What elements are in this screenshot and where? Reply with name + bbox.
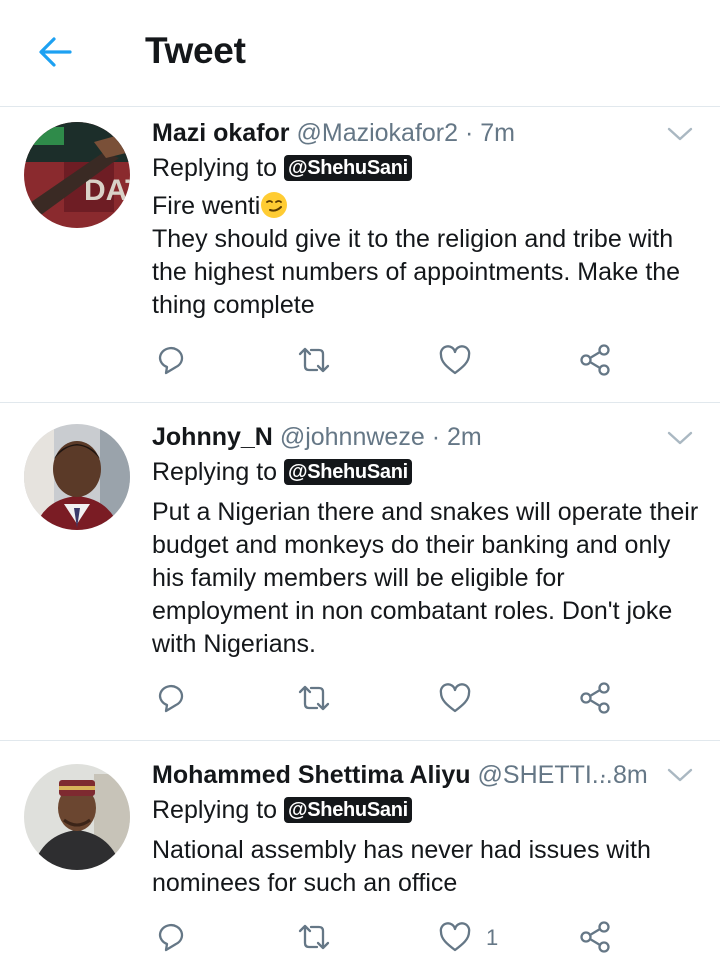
like-count: 1	[486, 925, 499, 950]
replying-to: Replying to @ShehuSani	[152, 457, 412, 487]
like-button[interactable]	[437, 680, 473, 716]
separator: ·	[599, 761, 608, 789]
chevron-down-icon	[667, 127, 693, 141]
display-name[interactable]: Mazi okafor	[152, 119, 290, 147]
user-handle[interactable]: @SHETTI...	[478, 761, 613, 789]
share-icon	[580, 344, 610, 376]
replying-to: Replying to @ShehuSani	[152, 153, 412, 183]
mention-link[interactable]: @ShehuSani	[284, 797, 412, 823]
chevron-down-icon	[667, 768, 693, 782]
reply-icon	[158, 684, 184, 713]
like-button[interactable]	[437, 342, 473, 378]
display-name[interactable]: Mohammed Shettima Aliyu	[152, 761, 471, 789]
retweet-button[interactable]	[296, 919, 332, 955]
back-button[interactable]	[36, 34, 76, 70]
separator: ·	[465, 119, 474, 147]
arrow-left-icon	[39, 37, 72, 67]
tweet-line: Fire wenti	[152, 192, 261, 220]
tweet-line: Put a Nigerian there and snakes will ope…	[152, 498, 699, 658]
user-handle[interactable]: @Maziokafor2	[296, 119, 458, 147]
top-bar: Tweet	[0, 0, 720, 107]
avatar[interactable]	[24, 764, 130, 870]
mention-link[interactable]: @ShehuSani	[284, 459, 412, 485]
retweet-button[interactable]	[296, 680, 332, 716]
retweet-icon	[298, 347, 330, 373]
share-button[interactable]	[578, 680, 614, 716]
replying-to-label: Replying to	[152, 796, 278, 824]
tweet-header: Mazi okafor @Maziokafor2 · 7m	[152, 118, 515, 148]
tweet-menu-button[interactable]	[666, 765, 694, 785]
tweet[interactable]: Johnny_N @johnnweze · 2m Replying to @Sh…	[0, 403, 720, 741]
display-name[interactable]: Johnny_N	[152, 423, 273, 451]
heart-icon	[439, 345, 471, 375]
share-button[interactable]	[578, 342, 614, 378]
retweet-button[interactable]	[296, 342, 332, 378]
share-icon	[580, 921, 610, 953]
reply-button[interactable]	[154, 680, 190, 716]
tweet-actions	[0, 342, 720, 382]
tweet-text: Put a Nigerian there and snakes will ope…	[152, 496, 702, 661]
heart-icon	[439, 683, 471, 713]
replying-to: Replying to @ShehuSani	[152, 795, 412, 825]
avatar[interactable]	[24, 424, 130, 530]
tweet-line: National assembly has never had issues w…	[152, 836, 651, 897]
share-button[interactable]	[578, 919, 614, 955]
tweet-actions	[0, 680, 720, 720]
timestamp: 7m	[480, 119, 516, 147]
page-title: Tweet	[145, 30, 246, 71]
heart-icon	[439, 922, 471, 952]
share-icon	[580, 682, 610, 714]
separator: ·	[431, 423, 441, 451]
like-button[interactable]	[437, 919, 473, 955]
replying-to-label: Replying to	[152, 154, 278, 182]
tweet-text: Fire wenti They should give it to the re…	[152, 190, 702, 322]
mention-link[interactable]: @ShehuSani	[284, 155, 412, 181]
user-handle[interactable]: @johnnweze	[280, 423, 425, 451]
reply-button[interactable]	[154, 919, 190, 955]
tweet-menu-button[interactable]	[666, 124, 694, 144]
avatar[interactable]: DAT	[24, 122, 130, 228]
tweet-line: They should give it to the religion and …	[152, 225, 681, 319]
tweet-header: Mohammed Shettima Aliyu @SHETTI... · 8m	[152, 760, 667, 790]
tweet[interactable]: DAT Mazi okafor @Maziokafor2 · 7m Replyi…	[0, 107, 720, 403]
timestamp: 2m	[446, 423, 482, 451]
tweet-text: National assembly has never had issues w…	[152, 834, 702, 900]
reply-button[interactable]	[154, 342, 190, 378]
reply-icon	[158, 346, 184, 375]
retweet-icon	[298, 685, 330, 711]
svg-text:DAT: DAT	[84, 174, 130, 207]
chevron-down-icon	[667, 431, 693, 445]
tweet-actions: 1	[0, 919, 720, 959]
timestamp: 8m	[613, 761, 648, 789]
reply-icon	[158, 923, 184, 952]
tweet-menu-button[interactable]	[666, 428, 694, 448]
smirk-emoji-icon	[261, 192, 288, 218]
tweet-header: Johnny_N @johnnweze · 2m	[152, 422, 482, 452]
retweet-icon	[298, 924, 330, 950]
tweet[interactable]: Mohammed Shettima Aliyu @SHETTI... · 8m …	[0, 741, 720, 966]
replying-to-label: Replying to	[152, 458, 278, 486]
